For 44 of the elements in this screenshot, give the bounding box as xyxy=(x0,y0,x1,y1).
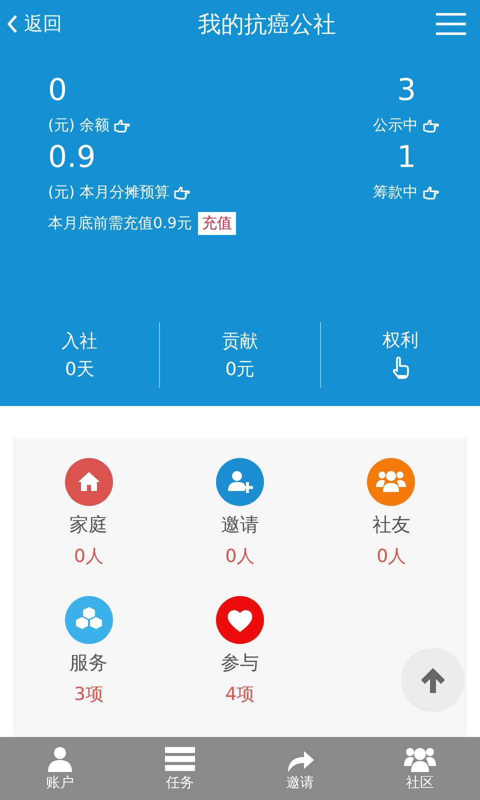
feature-count: 0人 xyxy=(225,545,255,568)
tab-button[interactable]: 邀请 xyxy=(240,737,360,800)
stat-label: (元) 本月分摊预算 xyxy=(48,183,170,202)
pointing-hand-icon xyxy=(173,186,192,200)
page-title: 我的抗癌公社 xyxy=(198,10,336,40)
pointing-hand-icon xyxy=(422,118,440,132)
back-button[interactable]: 返回 xyxy=(6,11,62,37)
recharge-button[interactable]: 充值 xyxy=(198,212,236,235)
chevron-left-icon xyxy=(6,14,18,34)
summary-label: 权利 xyxy=(382,328,418,352)
tab-button[interactable]: 任务 xyxy=(120,737,240,800)
summary-value: 0天 xyxy=(64,358,94,381)
stat-label: 筹款中 xyxy=(373,183,418,202)
summary-value: 0元 xyxy=(225,358,255,381)
tab-button[interactable]: 社区 xyxy=(360,737,480,800)
stat-value: 0.9 xyxy=(48,141,97,175)
feature-label: 社友 xyxy=(372,513,410,538)
feature-label: 参与 xyxy=(220,651,259,676)
feature-label: 服务 xyxy=(70,651,108,676)
pointing-hand-icon xyxy=(422,186,440,200)
cubes-icon[interactable] xyxy=(64,596,113,644)
feature-label: 邀请 xyxy=(220,513,259,538)
menu-icon xyxy=(436,13,466,35)
invite-icon[interactable] xyxy=(216,458,264,506)
group-icon xyxy=(404,746,436,772)
feature-count: 0人 xyxy=(74,545,104,568)
summary-label: 入社 xyxy=(62,330,98,353)
feature-count: 3项 xyxy=(74,683,104,706)
feature-label: 家庭 xyxy=(70,513,108,538)
stat-value: 1 xyxy=(396,141,416,175)
stat-value: 3 xyxy=(396,74,416,108)
pointing-hand-icon xyxy=(113,118,132,132)
stat-value: 0 xyxy=(48,74,68,108)
list-icon xyxy=(164,746,196,772)
home-icon[interactable] xyxy=(64,458,113,506)
recharge-notice: 本月底前需充值0.9元 xyxy=(48,214,192,233)
group-icon[interactable] xyxy=(367,458,416,506)
feature-count: 0人 xyxy=(376,545,406,568)
stat-label: (元) 余额 xyxy=(48,116,110,135)
tab-button[interactable]: 账户 xyxy=(0,737,120,800)
stat-label: 公示中 xyxy=(373,116,418,135)
summary-label: 贡献 xyxy=(222,330,258,353)
feature-count: 4项 xyxy=(225,683,255,706)
pointing-hand-icon[interactable] xyxy=(390,356,410,380)
